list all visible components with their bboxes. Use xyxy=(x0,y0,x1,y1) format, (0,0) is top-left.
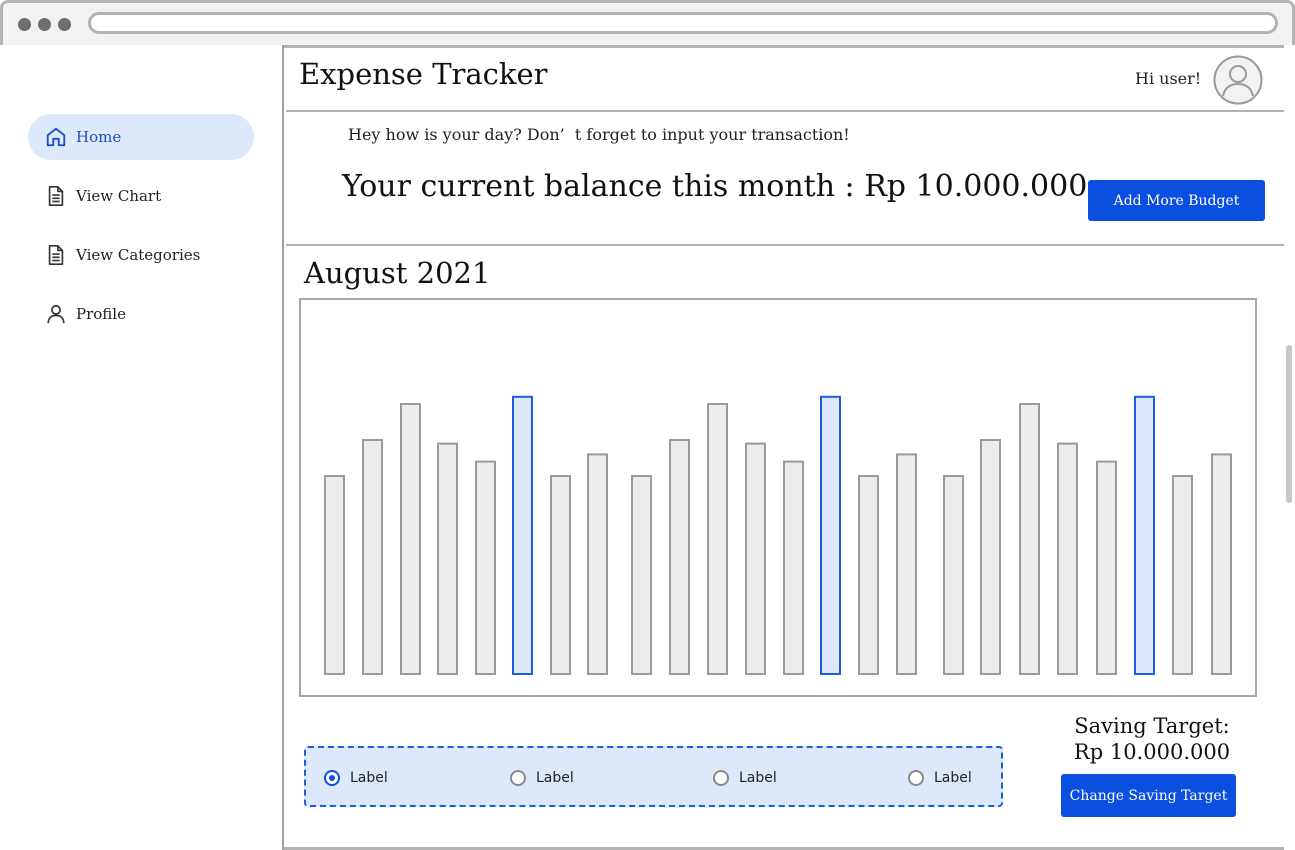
document-icon xyxy=(48,245,64,265)
bar-highlighted xyxy=(1134,395,1155,676)
header-divider xyxy=(286,110,1284,112)
saving-target-title: Saving Target: xyxy=(1074,714,1230,738)
radio-button[interactable] xyxy=(510,770,526,786)
radio-option[interactable]: Label xyxy=(324,766,388,790)
bar xyxy=(783,460,804,675)
bar-chart-svg xyxy=(324,395,1232,676)
saving-target-label: Saving Target: Rp 10.000.000 xyxy=(1062,713,1242,765)
radio-label: Label xyxy=(536,770,574,786)
scrollbar-thumb[interactable] xyxy=(1286,345,1292,503)
sidebar-item-profile[interactable]: Profile xyxy=(28,291,254,337)
sidebar-item-label: Profile xyxy=(76,305,126,323)
bar xyxy=(1096,460,1117,675)
user-greeting: Hi user! xyxy=(1135,69,1202,88)
sidebar-item-label: View Categories xyxy=(76,246,201,264)
bar xyxy=(362,439,383,675)
bar xyxy=(707,403,728,675)
bar xyxy=(669,439,690,675)
bar-highlighted xyxy=(512,395,533,676)
change-saving-target-button[interactable]: Change Saving Target xyxy=(1061,774,1236,817)
home-icon xyxy=(46,127,66,147)
sidebar-item-label: Home xyxy=(76,128,122,146)
bar xyxy=(896,453,917,675)
chart-month-title: August 2021 xyxy=(304,256,491,290)
sidebar-item-view-categories[interactable]: View Categories xyxy=(28,232,254,278)
radio-label: Label xyxy=(934,770,972,786)
bar xyxy=(943,475,964,675)
user-icon xyxy=(47,304,65,324)
welcome-message: Hey how is your day? Don’ t forget to in… xyxy=(348,125,850,144)
address-bar[interactable] xyxy=(88,12,1278,34)
main-content: Expense Tracker Hi user! Hey how is your… xyxy=(286,45,1286,850)
avatar-icon[interactable] xyxy=(1213,55,1263,105)
bar xyxy=(437,442,458,675)
bar xyxy=(400,403,421,675)
bar xyxy=(1057,442,1078,675)
window-control-dot[interactable] xyxy=(38,18,51,31)
radio-button[interactable] xyxy=(713,770,729,786)
saving-target-value: Rp 10.000.000 xyxy=(1073,740,1231,764)
bar xyxy=(324,475,345,675)
scrollbar[interactable] xyxy=(1284,45,1295,850)
bar xyxy=(631,475,652,675)
radio-group: Label Label Label Label xyxy=(304,746,1003,807)
radio-button[interactable] xyxy=(324,770,340,786)
radio-label: Label xyxy=(350,770,388,786)
radio-option[interactable]: Label xyxy=(908,766,972,790)
window-control-dot[interactable] xyxy=(18,18,31,31)
document-icon xyxy=(48,186,64,206)
radio-option[interactable]: Label xyxy=(713,766,777,790)
bar xyxy=(587,453,608,675)
bar xyxy=(475,460,496,675)
bar xyxy=(1211,453,1232,675)
window-control-dot[interactable] xyxy=(58,18,71,31)
bar xyxy=(980,439,1001,675)
sidebar-item-home[interactable]: Home xyxy=(28,114,254,160)
balance-text: Your current balance this month : Rp 10.… xyxy=(342,169,1088,204)
browser-title-bar xyxy=(3,3,1292,48)
sidebar-item-view-chart[interactable]: View Chart xyxy=(28,173,254,219)
radio-button[interactable] xyxy=(908,770,924,786)
sidebar-item-label: View Chart xyxy=(76,187,162,205)
bar-highlighted xyxy=(820,395,841,676)
page-title: Expense Tracker xyxy=(299,57,548,91)
bar-chart xyxy=(299,298,1257,697)
bar xyxy=(1019,403,1040,675)
bar xyxy=(550,475,571,675)
sidebar: Home View Chart View Categories Profile xyxy=(0,45,284,850)
bar xyxy=(858,475,879,675)
section-divider xyxy=(286,244,1284,246)
add-budget-button[interactable]: Add More Budget xyxy=(1088,180,1265,221)
bar xyxy=(1172,475,1193,675)
bar xyxy=(745,442,766,675)
radio-option[interactable]: Label xyxy=(510,766,574,790)
radio-label: Label xyxy=(739,770,777,786)
